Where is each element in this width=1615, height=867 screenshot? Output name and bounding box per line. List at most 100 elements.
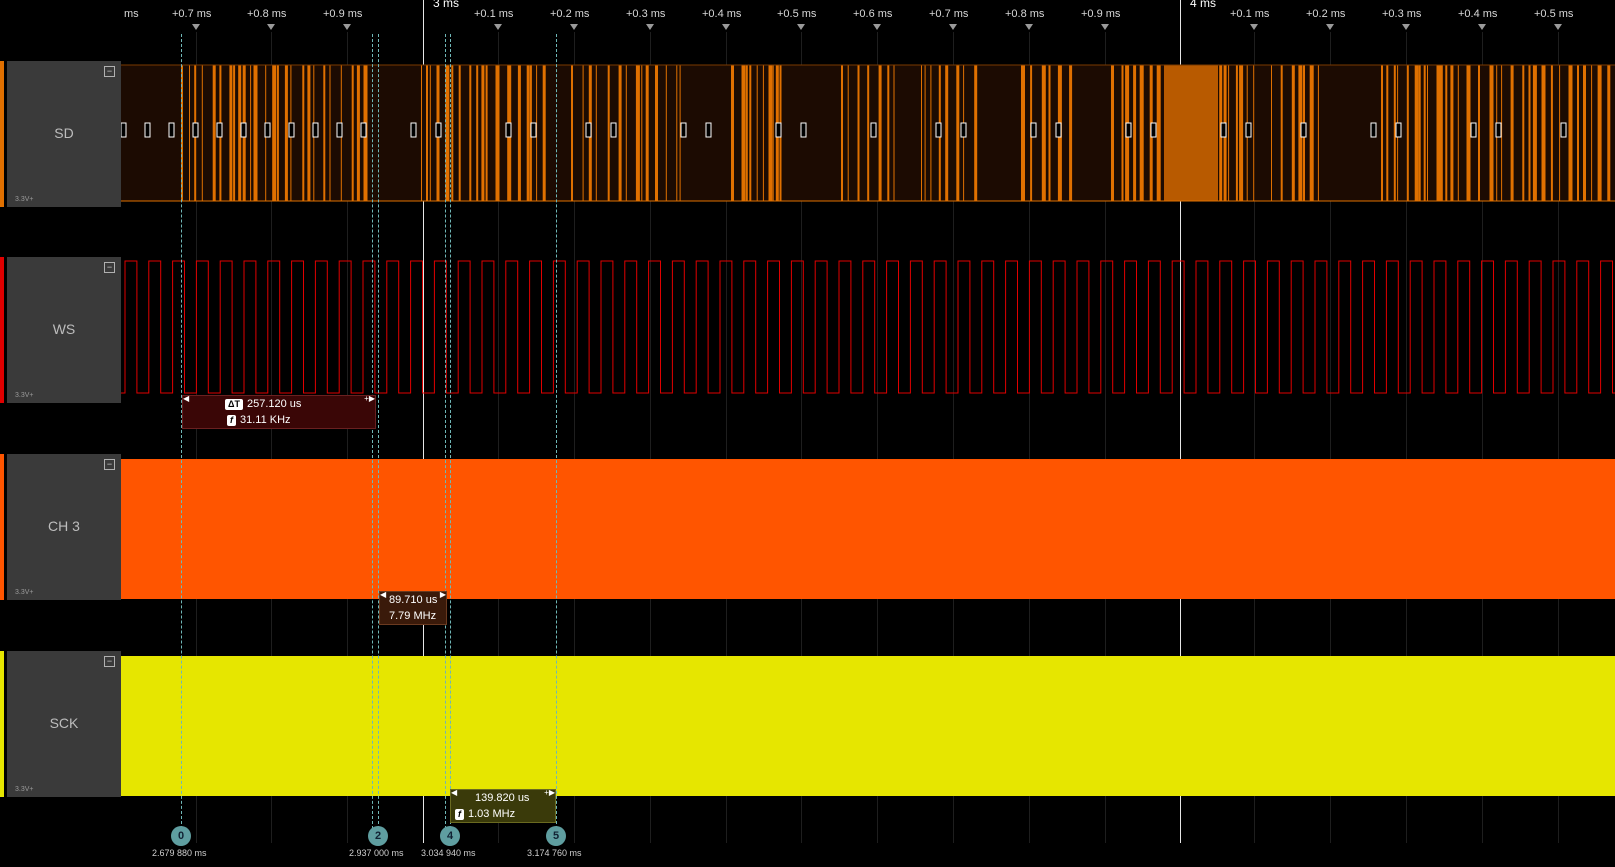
cursor-line[interactable]: [445, 34, 446, 834]
measurement-box-ch3[interactable]: ◀ ▶ 89.710 us 7.79 MHz: [379, 590, 447, 625]
ruler-tick-label: +0.3 ms: [626, 8, 666, 20]
sd-edge: [517, 65, 521, 201]
sd-edge: [930, 65, 932, 201]
sd-edge: [1271, 65, 1272, 201]
channel-panel-ch3[interactable]: − CH 3 3.3V+: [0, 454, 121, 600]
collapse-icon[interactable]: −: [104, 656, 115, 667]
sd-frame-glyph: [1495, 122, 1502, 138]
channel-color-stripe: [0, 651, 4, 797]
sd-frame-glyph: [1470, 122, 1477, 138]
measurement-freq-row: f 1.03 MHz: [455, 806, 555, 822]
sd-edge: [1510, 65, 1514, 201]
sd-edge: [429, 65, 431, 201]
ruler-tick-mark: [873, 24, 881, 30]
ruler-tick-label: +0.9 ms: [1081, 8, 1121, 20]
sd-edge: [1532, 65, 1537, 201]
channel-color-stripe: [0, 257, 4, 403]
measurement-delta: 89.710 us: [389, 594, 438, 606]
cursor-marker[interactable]: 0: [171, 826, 191, 846]
frequency-icon: f: [227, 414, 236, 426]
sd-edge: [476, 65, 479, 201]
sd-edge: [635, 65, 640, 201]
channel-voltage: 3.3V+: [15, 786, 34, 793]
sd-edge: [323, 65, 326, 201]
sd-frame-glyph: [1220, 122, 1227, 138]
sd-edge: [878, 65, 882, 201]
sd-edge: [1069, 65, 1073, 201]
ruler-tick-mark: [797, 24, 805, 30]
ruler-tick-label: +0.4 ms: [702, 8, 742, 20]
ruler-tick-label: +0.9 ms: [323, 8, 363, 20]
sd-edge: [1280, 65, 1283, 201]
collapse-icon[interactable]: −: [104, 459, 115, 470]
measurement-delta: 139.820 us: [475, 792, 530, 804]
sd-edge: [924, 65, 926, 201]
sd-dense-block: [1164, 65, 1218, 201]
sd-edge: [481, 65, 485, 201]
measurement-box-ws[interactable]: ◀ +▶ ΔT 257.120 us f 31.11 KHz: [182, 394, 376, 429]
sd-edge: [974, 65, 978, 201]
cursor-line[interactable]: [181, 34, 182, 834]
sd-edge: [1021, 65, 1025, 201]
ruler-tick-mark: [1250, 24, 1258, 30]
channel-voltage: 3.3V+: [15, 196, 34, 203]
sd-edge: [1291, 65, 1295, 201]
sd-frame-glyph: [610, 122, 617, 138]
left-arrow-icon: ◀: [183, 394, 190, 403]
sd-frame-glyph: [775, 122, 782, 138]
sd-frame-glyph: [1055, 122, 1062, 138]
sd-edge: [253, 65, 258, 201]
cursor-time-label: 2.679 880 ms: [152, 848, 207, 858]
sd-frame-glyph: [1300, 122, 1307, 138]
collapse-icon[interactable]: −: [104, 262, 115, 273]
sd-frame-glyph: [1395, 122, 1402, 138]
cursor-marker[interactable]: 5: [546, 826, 566, 846]
sd-edge: [595, 65, 597, 201]
sd-edge: [582, 65, 584, 201]
channel-label-box: − CH 3 3.3V+: [7, 454, 121, 600]
channel-panel-sck[interactable]: − SCK 3.3V+: [0, 651, 121, 797]
sd-frame-glyph: [935, 122, 942, 138]
cursor-line[interactable]: [378, 34, 379, 834]
ch3-waveform[interactable]: [121, 459, 1615, 599]
sd-edge: [229, 65, 233, 201]
measurement-delta-row: ΔT 257.120 us: [225, 396, 375, 412]
left-arrow-icon: ◀: [380, 590, 387, 599]
ruler-tick-label: +0.4 ms: [1458, 8, 1498, 20]
cursor-marker[interactable]: 4: [440, 826, 460, 846]
cursor-line[interactable]: [372, 34, 373, 834]
sd-edge: [272, 65, 277, 201]
measurement-box-sck[interactable]: ◀ +▶ 139.820 us f 1.03 MHz: [450, 788, 556, 823]
sd-edge: [1445, 65, 1448, 201]
sd-edge: [212, 65, 216, 201]
ruler-tick-mark: [343, 24, 351, 30]
sd-edge: [1423, 65, 1426, 201]
channel-color-stripe: [0, 454, 4, 600]
time-ruler[interactable]: ms +0.7 ms +0.8 ms +0.9 ms +0.1 ms +0.2 ms +0.…: [0, 0, 1615, 32]
ruler-tick-label: +0.8 ms: [247, 8, 287, 20]
cursor-marker[interactable]: 2: [368, 826, 388, 846]
sd-frame-glyph: [435, 122, 442, 138]
cursor-line[interactable]: [556, 34, 557, 834]
sd-edge: [1235, 65, 1238, 201]
sd-edge: [1522, 65, 1525, 201]
sd-edge: [1418, 65, 1421, 201]
cursor-line[interactable]: [450, 34, 451, 834]
sck-waveform[interactable]: [121, 656, 1615, 796]
ruler-tick-label: +0.7 ms: [929, 8, 969, 20]
sd-edge: [1559, 65, 1561, 201]
sd-edge: [571, 65, 573, 201]
measurement-frequency: 31.11 KHz: [240, 414, 291, 426]
ws-waveform[interactable]: [121, 257, 1615, 403]
ruler-tick-label: ms: [124, 8, 139, 20]
sd-edge: [458, 65, 461, 201]
sd-edge: [1414, 65, 1419, 201]
channel-panel-ws[interactable]: − WS 3.3V+: [0, 257, 121, 403]
sd-waveform[interactable]: [121, 61, 1615, 207]
channel-panel-sd[interactable]: − SD 3.3V+: [0, 61, 121, 207]
collapse-icon[interactable]: −: [104, 66, 115, 77]
cursor-time-label: 3.174 760 ms: [527, 848, 582, 858]
sd-edge: [1597, 65, 1602, 201]
ruler-tick-mark: [1402, 24, 1410, 30]
sd-edge: [607, 65, 610, 201]
